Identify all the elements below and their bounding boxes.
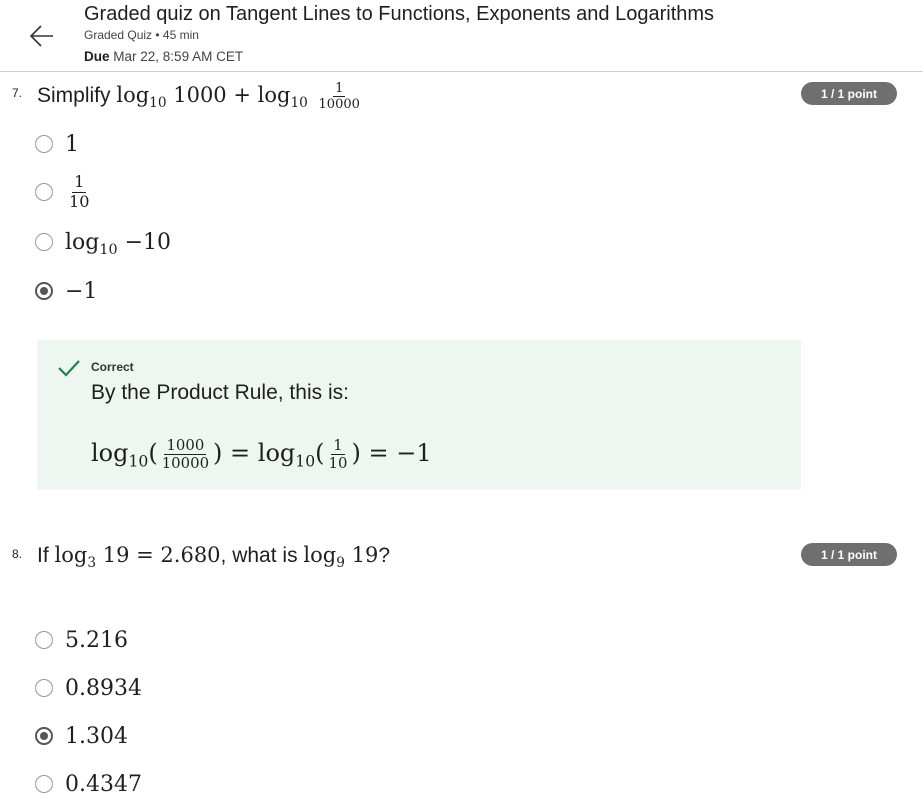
question-7-math: log10 1000 + log10 1 10000 — [116, 81, 360, 113]
q7-option-4[interactable]: −1 — [35, 276, 97, 306]
radio-button[interactable] — [35, 233, 53, 251]
question-7-fraction: 1 10000 — [318, 81, 360, 113]
radio-button-selected[interactable] — [35, 282, 53, 300]
radio-button[interactable] — [35, 183, 53, 201]
feedback-text: By the Product Rule, this is: — [91, 381, 349, 404]
feedback-math: log10(1000 10000) = log10(1 10) = −1 — [91, 436, 432, 472]
feedback-status: Correct — [91, 360, 134, 374]
due-label: Due — [84, 49, 110, 64]
quiz-title: Graded quiz on Tangent Lines to Function… — [84, 3, 715, 25]
radio-button[interactable] — [35, 631, 53, 649]
q8-option-3[interactable]: 1.304 — [35, 721, 128, 751]
q7-option-3[interactable]: log10 −10 — [35, 227, 171, 257]
feedback-panel: Correct By the Product Rule, this is: lo… — [37, 340, 801, 490]
back-arrow-icon — [29, 25, 53, 47]
question-7-prompt-text: Simplify — [37, 84, 111, 108]
q7-option-1[interactable]: 1 — [35, 129, 79, 159]
quiz-header: Graded quiz on Tangent Lines to Function… — [0, 0, 923, 72]
radio-button[interactable] — [35, 135, 53, 153]
due-value: Mar 22, 8:59 AM CET — [113, 49, 244, 64]
question-8-prompt: If log3 19 = 2.680, what is log9 19? — [37, 543, 391, 571]
radio-button[interactable] — [35, 679, 53, 697]
question-8-number: 8. — [12, 547, 23, 561]
question-7-prompt: Simplify log10 1000 + log10 1 10000 — [37, 82, 364, 111]
q7-option-2[interactable]: 1 10 — [35, 172, 94, 211]
radio-button-selected[interactable] — [35, 727, 53, 745]
question-7-points-badge: 1 / 1 point — [801, 82, 897, 105]
radio-button[interactable] — [35, 775, 53, 793]
due-date: Due Mar 22, 8:59 AM CET — [84, 49, 243, 64]
q8-option-1[interactable]: 5.216 — [35, 625, 128, 655]
quiz-meta: Graded Quiz • 45 min — [84, 28, 199, 42]
question-8-points-badge: 1 / 1 point — [801, 543, 897, 566]
q8-option-4[interactable]: 0.4347 — [35, 769, 142, 799]
q8-option-2[interactable]: 0.8934 — [35, 673, 142, 703]
checkmark-icon — [58, 360, 80, 377]
back-button[interactable] — [26, 20, 58, 52]
option-fraction: 1 10 — [69, 172, 90, 211]
question-7-number: 7. — [12, 86, 23, 100]
